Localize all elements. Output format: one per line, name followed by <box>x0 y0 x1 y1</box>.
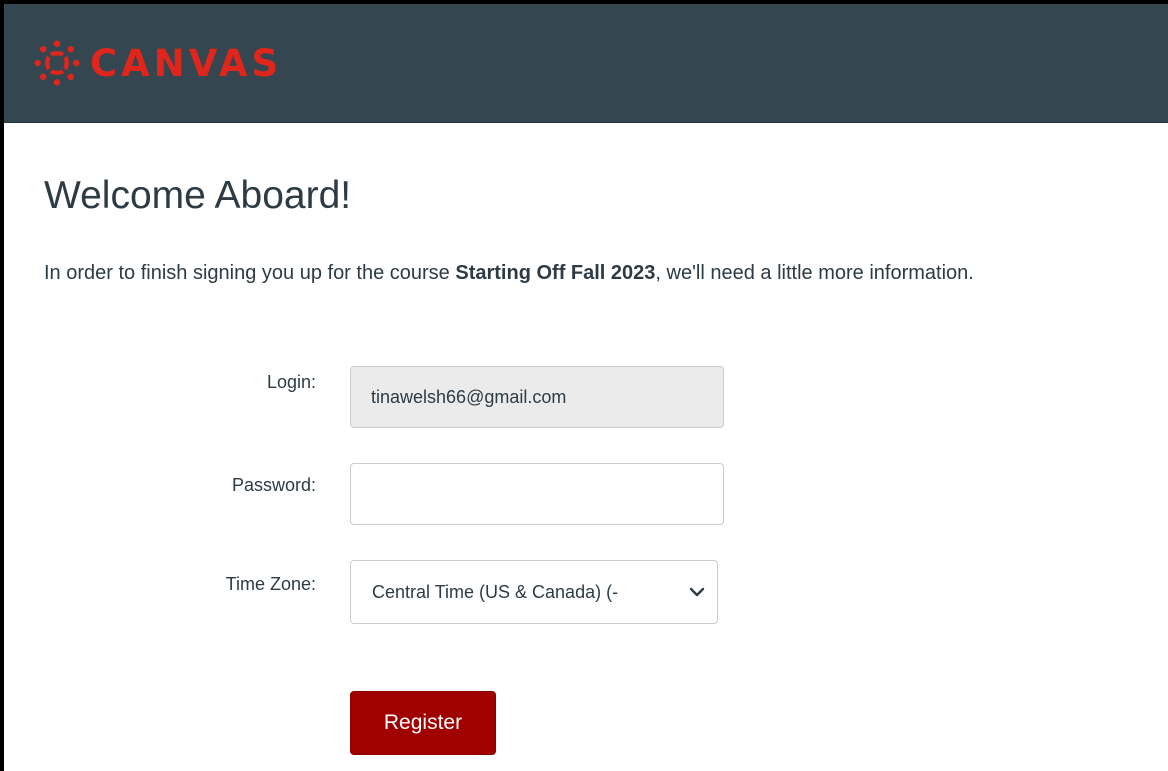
page-title: Welcome Aboard! <box>44 174 352 217</box>
timezone-select[interactable]: Central Time (US & Canada) (- <box>350 560 718 624</box>
login-field[interactable] <box>350 366 724 428</box>
login-row: Login: <box>44 366 1144 430</box>
intro-text: In order to finish signing you up for th… <box>44 257 1149 290</box>
intro-text-after: , we'll need a little more information. <box>655 262 974 284</box>
intro-text-before: In order to finish signing you up for th… <box>44 262 456 284</box>
password-field[interactable] <box>350 463 724 525</box>
global-header: CANVAS <box>4 4 1168 123</box>
canvas-logo-icon <box>34 40 80 86</box>
register-button[interactable]: Register <box>350 691 496 755</box>
password-row: Password: <box>44 463 1144 527</box>
timezone-selected-value: Central Time (US & Canada) (- <box>372 581 619 602</box>
chevron-down-icon <box>689 587 705 597</box>
course-name: Starting Off Fall 2023 <box>455 262 656 284</box>
timezone-label: Time Zone: <box>225 574 316 594</box>
timezone-row: Time Zone: Central Time (US & Canada) (- <box>44 560 1144 624</box>
login-label: Login: <box>266 372 316 392</box>
password-label: Password: <box>231 475 316 495</box>
brand-logo-link[interactable]: CANVAS <box>34 38 282 88</box>
brand-name: CANVAS <box>90 41 283 85</box>
